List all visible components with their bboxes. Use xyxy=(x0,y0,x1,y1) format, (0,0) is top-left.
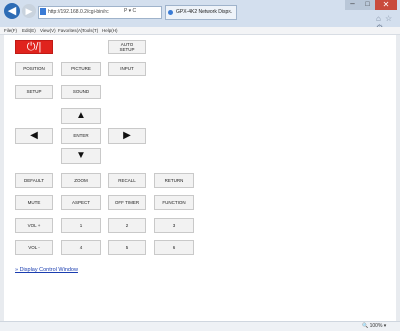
menu-view[interactable]: View(V) xyxy=(40,27,56,35)
mute-button[interactable]: MUTE xyxy=(15,195,53,210)
window-minimize-button[interactable]: – xyxy=(345,0,360,10)
recall-button[interactable]: RECALL xyxy=(108,173,146,188)
auto-setup-button[interactable]: AUTO SETUP xyxy=(108,40,146,54)
status-bar xyxy=(0,321,400,331)
forward-button[interactable]: ▶ xyxy=(22,4,36,18)
right-arrow-button[interactable]: ▶ xyxy=(108,128,146,144)
power-button[interactable]: ⏻/| xyxy=(15,40,53,54)
number-2-button[interactable]: 2 xyxy=(108,218,146,233)
zoom-button[interactable]: ZOOM xyxy=(61,173,101,188)
page-icon xyxy=(40,8,46,15)
window-frame-right xyxy=(396,35,400,321)
tab-favicon-icon xyxy=(168,10,173,15)
aspect-button[interactable]: ASPECT xyxy=(61,195,101,210)
address-bar[interactable]: http://192.168.0.2/cgi-bin/rc xyxy=(38,6,162,19)
volume-up-button[interactable]: VOL + xyxy=(15,218,53,233)
display-control-window-link[interactable]: » Display Control Window xyxy=(15,267,78,273)
menu-edit[interactable]: Edit(E) xyxy=(22,27,36,35)
default-button[interactable]: DEFAULT xyxy=(15,173,53,188)
menu-tools[interactable]: Tools(T) xyxy=(82,27,98,35)
browser-tab[interactable]: GPX-4K2 Network Disp... xyxy=(165,5,237,20)
position-button[interactable]: POSITION xyxy=(15,62,53,76)
menu-help[interactable]: Help(H) xyxy=(102,27,118,35)
up-arrow-button[interactable]: ▲ xyxy=(61,108,101,124)
setup-button[interactable]: SETUP xyxy=(15,85,53,99)
function-button[interactable]: FUNCTION xyxy=(154,195,194,210)
number-3-button[interactable]: 3 xyxy=(154,218,194,233)
back-button[interactable]: ◀ xyxy=(4,3,20,19)
window-close-button[interactable]: ✕ xyxy=(375,0,397,10)
off-timer-button[interactable]: OFF TIMER xyxy=(108,195,146,210)
left-arrow-button[interactable]: ◀ xyxy=(15,128,53,144)
window-frame-left xyxy=(0,35,4,321)
tab-close-button[interactable]: × xyxy=(228,9,231,15)
number-1-button[interactable]: 1 xyxy=(61,218,101,233)
zoom-level-control[interactable]: 🔍 100% ▾ xyxy=(362,322,386,330)
enter-button[interactable]: ENTER xyxy=(61,128,101,144)
sound-button[interactable]: SOUND xyxy=(61,85,101,99)
number-5-button[interactable]: 5 xyxy=(108,240,146,255)
number-4-button[interactable]: 4 xyxy=(61,240,101,255)
address-controls[interactable]: P ▾ C xyxy=(124,8,136,14)
input-button[interactable]: INPUT xyxy=(108,62,146,76)
window-maximize-button[interactable]: □ xyxy=(360,0,375,10)
number-6-button[interactable]: 6 xyxy=(154,240,194,255)
return-button[interactable]: RETURN xyxy=(154,173,194,188)
menu-file[interactable]: File(F) xyxy=(4,27,17,35)
down-arrow-button[interactable]: ▼ xyxy=(61,148,101,164)
volume-down-button[interactable]: VOL - xyxy=(15,240,53,255)
picture-button[interactable]: PICTURE xyxy=(61,62,101,76)
menu-favorites[interactable]: Favorites(A) xyxy=(58,27,83,35)
